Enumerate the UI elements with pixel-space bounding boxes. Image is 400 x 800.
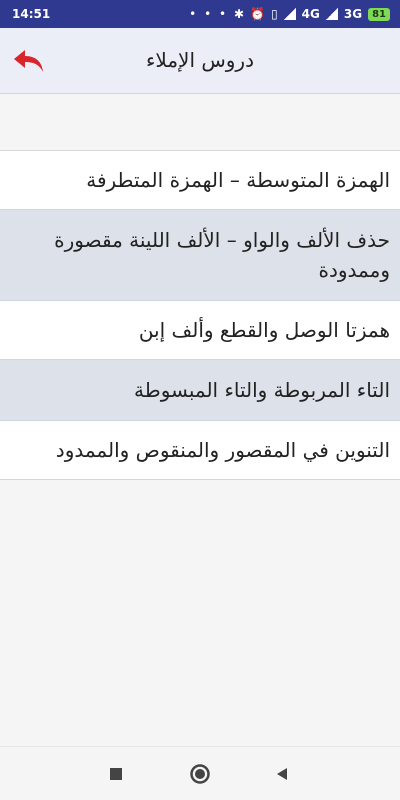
lesson-item-5[interactable]: التنوين في المقصور والمنقوص والممدود [0, 421, 400, 480]
vibrate-icon: ▯ [271, 7, 278, 21]
network-3g-label: 3G [343, 7, 363, 21]
page-title: دروس الإملاء [145, 48, 254, 72]
lesson-label: الهمزة المتوسطة – الهمزة المتطرفة [86, 168, 390, 192]
signal-3g-icon [325, 8, 338, 20]
system-back-button[interactable] [269, 761, 295, 787]
status-bar: 14:51 • • • ✱ ⏰ ▯ 4G 3G 81 [0, 0, 400, 28]
square-icon [110, 768, 122, 780]
lessons-list: الهمزة المتوسطة – الهمزة المتطرفة حذف ال… [0, 150, 400, 480]
lesson-item-4[interactable]: التاء المربوطة والتاء المبسوطة [0, 360, 400, 421]
battery-icon: 81 [368, 7, 390, 21]
status-time: 14:51 [12, 7, 51, 21]
status-right: • • • ✱ ⏰ ▯ 4G 3G 81 [189, 7, 390, 21]
lesson-item-1[interactable]: الهمزة المتوسطة – الهمزة المتطرفة [0, 151, 400, 210]
lesson-label: همزتا الوصل والقطع وألف إبن [138, 318, 390, 342]
home-button[interactable] [187, 761, 213, 787]
lesson-label: التاء المربوطة والتاء المبسوطة [134, 378, 390, 402]
alarm-icon: ⏰ [250, 7, 266, 21]
triangle-left-icon [277, 768, 287, 780]
app-header: دروس الإملاء [0, 28, 400, 94]
lesson-label: حذف الألف والواو – الألف اللينة مقصورة و… [54, 228, 390, 282]
lesson-label: التنوين في المقصور والمنقوص والممدود [55, 438, 390, 462]
bluetooth-icon: ✱ [234, 7, 245, 21]
status-left: 14:51 [12, 7, 50, 21]
recent-apps-button[interactable] [103, 761, 129, 787]
notification-dots: • • • [189, 7, 229, 21]
circle-icon [190, 764, 210, 784]
lesson-item-2[interactable]: حذف الألف والواو – الألف اللينة مقصورة و… [0, 210, 400, 301]
lesson-item-3[interactable]: همزتا الوصل والقطع وألف إبن [0, 301, 400, 360]
system-nav-bar [0, 746, 400, 800]
network-4g-label: 4G [301, 7, 320, 21]
signal-4g-icon [283, 8, 296, 20]
